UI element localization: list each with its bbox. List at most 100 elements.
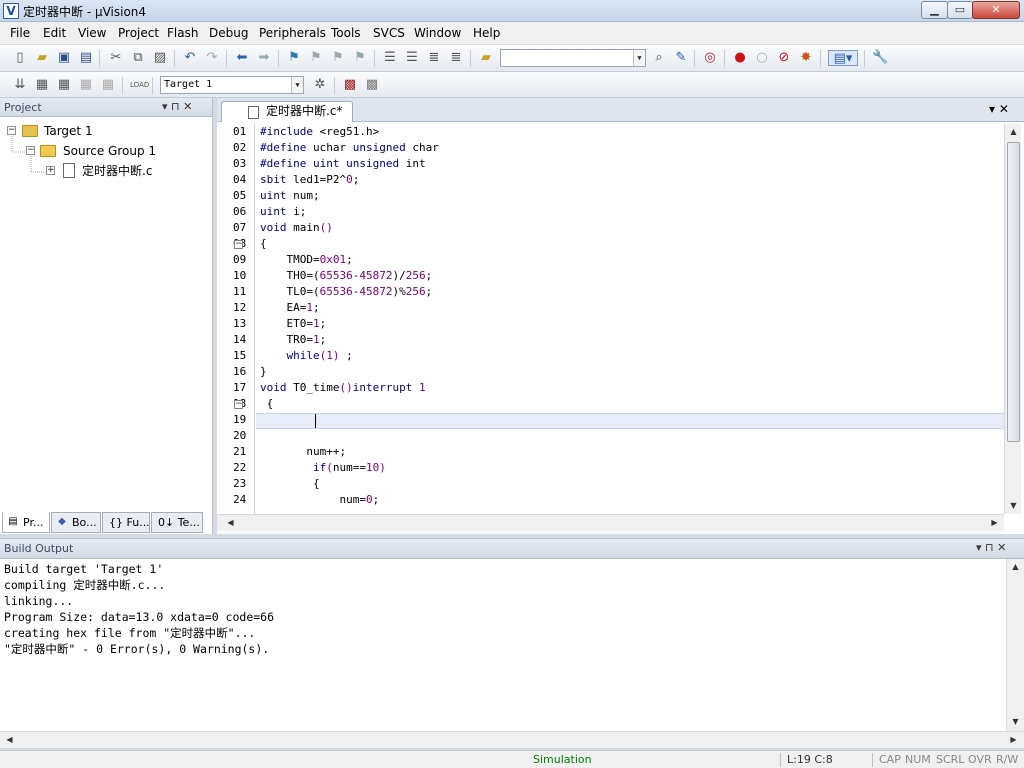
menu-svcs[interactable]: SVCS <box>373 26 405 40</box>
save-all-icon[interactable]: ▤ <box>78 50 94 66</box>
next-bookmark-icon[interactable]: ⚑ <box>330 50 346 66</box>
scroll-up-icon[interactable]: ▲ <box>1008 559 1023 575</box>
window-layout-icon[interactable]: ▤▾ <box>828 50 858 66</box>
code-editor[interactable]: 0102030405060708−09101112131415161718−19… <box>217 124 1004 514</box>
build-icon[interactable]: ▦ <box>34 77 50 93</box>
menu-file[interactable]: File <box>10 26 30 40</box>
code-line[interactable]: TMOD=0x01; <box>260 253 353 266</box>
tree-item-target[interactable]: − Target 1 <box>0 122 213 140</box>
save-icon[interactable]: ▣ <box>56 50 72 66</box>
scroll-left-icon[interactable]: ◀ <box>223 515 238 531</box>
paste-icon[interactable]: ▨ <box>152 50 168 66</box>
code-line[interactable]: sbit led1=P2^0; <box>260 173 359 186</box>
nav-forward-icon[interactable]: ➡ <box>256 50 272 66</box>
tree-item-file[interactable]: + 定时器中断.c <box>0 162 213 180</box>
manage-multi-project-icon[interactable]: ▩ <box>364 77 380 93</box>
scroll-right-icon[interactable]: ▶ <box>987 515 1002 531</box>
download-icon[interactable]: LOAD <box>130 77 149 93</box>
scroll-thumb[interactable] <box>1007 142 1020 442</box>
pane-controls[interactable]: ▾ ⊓ ✕ <box>976 541 1006 554</box>
build-horizontal-scrollbar[interactable]: ◀ ▶ <box>0 731 1024 748</box>
code-line[interactable]: while(1) ; <box>260 349 353 362</box>
code-line[interactable]: TH0=(65536-45872)/256; <box>260 269 433 282</box>
chevron-down-icon[interactable]: ▼ <box>291 77 303 93</box>
batch-build-icon[interactable]: ▦ <box>78 77 94 93</box>
kill-breakpoints-icon[interactable]: ✸ <box>798 50 814 66</box>
scroll-down-icon[interactable]: ▼ <box>1006 498 1021 514</box>
code-line[interactable]: { <box>260 477 320 490</box>
scroll-down-icon[interactable]: ▼ <box>1008 714 1023 730</box>
code-line[interactable]: num=0; <box>260 493 379 506</box>
editor-vertical-scrollbar[interactable]: ▲ ▼ <box>1004 124 1021 514</box>
chevron-down-icon[interactable]: ▼ <box>633 50 645 66</box>
tree-item-group[interactable]: − Source Group 1 <box>0 142 213 160</box>
find-in-files-icon[interactable]: ▰ <box>478 50 494 66</box>
code-line[interactable]: ET0=1; <box>260 317 327 330</box>
menu-edit[interactable]: Edit <box>43 26 66 40</box>
menu-view[interactable]: View <box>78 26 106 40</box>
code-line[interactable]: TR0=1; <box>260 333 327 346</box>
undo-icon[interactable]: ↶ <box>182 50 198 66</box>
code-line[interactable]: { <box>260 237 267 250</box>
disable-breakpoint-icon[interactable]: ○ <box>754 50 770 66</box>
code-line[interactable]: #define uint unsigned int <box>260 157 426 170</box>
code-line[interactable]: EA=1; <box>260 301 320 314</box>
breakpoint-icon[interactable]: ● <box>732 50 748 66</box>
redo-icon[interactable]: ↷ <box>204 50 220 66</box>
prev-bookmark-icon[interactable]: ⚑ <box>308 50 324 66</box>
unindent-icon[interactable]: ☰ <box>404 50 420 66</box>
collapse-toggle-icon[interactable]: − <box>7 126 16 135</box>
copy-icon[interactable]: ⧉ <box>130 50 146 66</box>
code-line[interactable]: if(num==10) <box>260 461 386 474</box>
menu-debug[interactable]: Debug <box>209 26 248 40</box>
build-vertical-scrollbar[interactable]: ▲ ▼ <box>1006 559 1024 731</box>
maximize-button[interactable]: ▭ <box>947 1 973 19</box>
stop-build-icon[interactable]: ▦ <box>100 77 116 93</box>
manage-components-icon[interactable]: ▩ <box>342 77 358 93</box>
menu-peripherals[interactable]: Peripherals <box>259 26 326 40</box>
scroll-up-icon[interactable]: ▲ <box>1006 124 1021 140</box>
disable-all-breakpoints-icon[interactable]: ⊘ <box>776 50 792 66</box>
nav-back-icon[interactable]: ⬅ <box>234 50 250 66</box>
find-combo[interactable]: ▼ <box>500 49 646 67</box>
code-line[interactable]: #include <reg51.h> <box>260 125 379 138</box>
tab-functions[interactable]: {} Fu... <box>102 512 150 533</box>
target-options-icon[interactable]: ✲ <box>312 77 328 93</box>
cut-icon[interactable]: ✂ <box>108 50 124 66</box>
editor-horizontal-scrollbar[interactable]: ◀ ▶ <box>217 514 1004 531</box>
target-select[interactable]: Target 1 ▼ <box>160 76 304 94</box>
incremental-find-icon[interactable]: ⌕ <box>651 50 667 66</box>
translate-icon[interactable]: ⇊ <box>12 77 28 93</box>
expand-toggle-icon[interactable]: + <box>46 166 55 175</box>
minimize-button[interactable]: ▁ <box>921 1 948 19</box>
indent-icon[interactable]: ☰ <box>382 50 398 66</box>
collapse-toggle-icon[interactable]: − <box>26 146 35 155</box>
new-file-icon[interactable]: ▯ <box>12 50 28 66</box>
close-window-button[interactable]: ✕ <box>972 1 1020 19</box>
fold-toggle-icon[interactable]: − <box>234 400 243 409</box>
tab-books[interactable]: ◆ Bo... <box>51 512 101 533</box>
menu-flash[interactable]: Flash <box>167 26 198 40</box>
code-line[interactable]: void main() <box>260 221 333 234</box>
menu-window[interactable]: Window <box>414 26 461 40</box>
code-line[interactable]: uint i; <box>260 205 306 218</box>
editor-tab-controls[interactable]: ▾ ✕ <box>989 102 1009 116</box>
bookmark-icon[interactable]: ⚑ <box>286 50 302 66</box>
code-line[interactable]: #define uchar unsigned char <box>260 141 439 154</box>
find-icon[interactable]: ✎ <box>673 50 689 66</box>
code-line[interactable]: } <box>260 365 267 378</box>
code-line[interactable]: { <box>260 397 274 410</box>
menu-tools[interactable]: Tools <box>331 26 361 40</box>
code-line[interactable]: TL0=(65536-45872)%256; <box>260 285 433 298</box>
code-line[interactable]: void T0_time()interrupt 1 <box>260 381 426 394</box>
configure-wrench-icon[interactable]: 🔧 <box>872 50 888 66</box>
editor-file-tab[interactable]: 定时器中断.c* <box>221 101 353 122</box>
scroll-right-icon[interactable]: ▶ <box>1006 732 1021 748</box>
tab-templates[interactable]: 0↓ Te... <box>151 512 203 533</box>
uncomment-icon[interactable]: ≣ <box>448 50 464 66</box>
menu-help[interactable]: Help <box>473 26 500 40</box>
code-line[interactable]: uint num; <box>260 189 320 202</box>
scroll-left-icon[interactable]: ◀ <box>2 732 17 748</box>
debug-session-icon[interactable]: ◎ <box>702 50 718 66</box>
open-file-icon[interactable]: ▰ <box>34 50 50 66</box>
